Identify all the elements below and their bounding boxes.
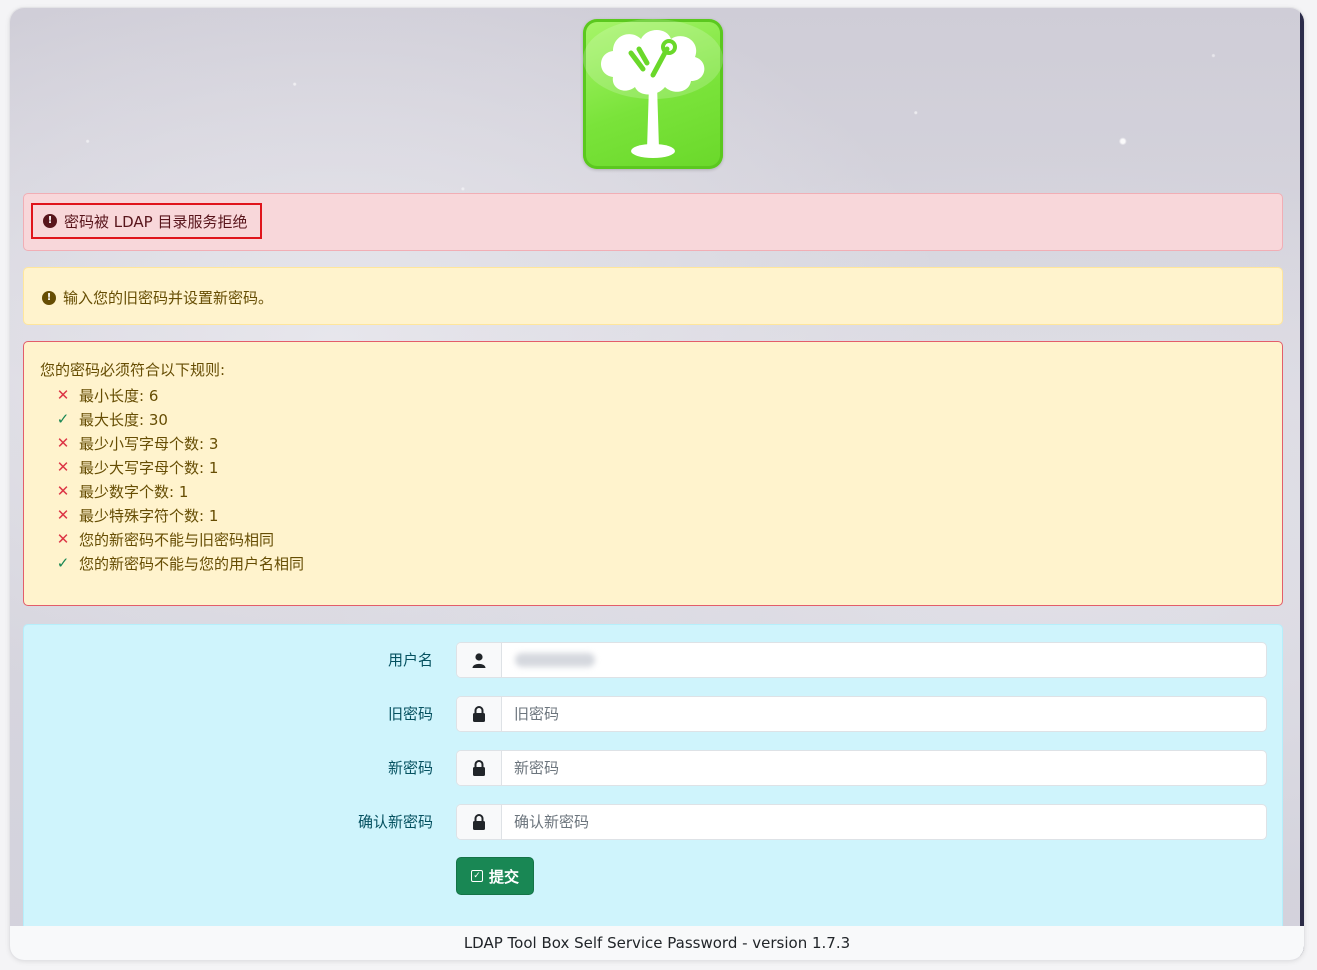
rule-text: 最少特殊字符个数: 1 [79, 506, 219, 525]
old-password-input[interactable] [502, 697, 1266, 731]
rule-item: ✕ 最少特殊字符个数: 1 [56, 503, 304, 527]
new-password-input-group [456, 750, 1267, 786]
lock-icon [457, 697, 502, 731]
username-input[interactable] [502, 643, 1266, 677]
cross-icon: ✕ [56, 482, 70, 500]
cross-icon: ✕ [56, 434, 70, 452]
error-alert: ! 密码被 LDAP 目录服务拒绝 [23, 193, 1283, 251]
new-password-row: 新密码 [24, 750, 1282, 786]
username-row: 用户名 [24, 642, 1282, 678]
username-value-redacted [515, 653, 595, 667]
confirm-password-label: 确认新密码 [357, 813, 433, 831]
rule-item: ✓ 您的新密码不能与您的用户名相同 [56, 551, 304, 575]
logo [583, 19, 723, 169]
cross-icon: ✕ [56, 386, 70, 404]
old-password-label: 旧密码 [387, 705, 433, 723]
new-password-label: 新密码 [387, 759, 433, 777]
password-rules-alert: 您的密码必须符合以下规则: ✕ 最小长度: 6 ✓ 最大长度: 30 ✕ 最少小写字母个数… [23, 341, 1283, 606]
rule-item: ✕ 最少数字个数: 1 [56, 479, 304, 503]
confirm-password-row: 确认新密码 [24, 804, 1282, 840]
rule-text: 最少数字个数: 1 [79, 482, 189, 501]
check-icon: ✓ [56, 554, 70, 572]
confirm-password-input-group [456, 804, 1267, 840]
user-icon [457, 643, 502, 677]
rule-text: 您的新密码不能与旧密码相同 [79, 530, 275, 549]
exclamation-circle-icon: ! [43, 214, 57, 228]
username-label: 用户名 [387, 651, 433, 669]
new-password-input[interactable] [502, 751, 1266, 785]
lock-icon [457, 751, 502, 785]
confirm-password-input[interactable] [502, 805, 1266, 839]
rule-item: ✕ 最小长度: 6 [56, 383, 304, 407]
password-change-form: 用户名 旧密码 新密码 确认新密码 ✓ 提交 [23, 624, 1283, 954]
browser-viewport: ! 密码被 LDAP 目录服务拒绝 ! 输入您的旧密码并设置新密码。 您的密码必… [10, 8, 1304, 960]
check-icon: ✓ [56, 410, 70, 428]
exclamation-circle-icon: ! [42, 290, 56, 305]
lock-icon [457, 805, 502, 839]
cross-icon: ✕ [56, 458, 70, 476]
footer: LDAP Tool Box Self Service Password - ve… [10, 926, 1304, 960]
info-message: 输入您的旧密码并设置新密码。 [63, 289, 274, 307]
cross-icon: ✕ [56, 506, 70, 524]
rule-text: 您的新密码不能与您的用户名相同 [79, 554, 305, 573]
rule-item: ✓ 最大长度: 30 [56, 407, 304, 431]
rule-item: ✕ 您的新密码不能与旧密码相同 [56, 527, 304, 551]
rules-list: ✕ 最小长度: 6 ✓ 最大长度: 30 ✕ 最少小写字母个数: 3 ✕ 最少大写字母个数: … [56, 383, 304, 575]
submit-button[interactable]: ✓ 提交 [456, 857, 535, 895]
rule-text: 最大长度: 30 [79, 410, 168, 429]
rules-title: 您的密码必须符合以下规则: [40, 361, 226, 379]
error-highlight: ! 密码被 LDAP 目录服务拒绝 [31, 203, 262, 239]
old-password-input-group [456, 696, 1267, 732]
rule-item: ✕ 最少大写字母个数: 1 [56, 455, 304, 479]
tree-tools-logo-icon [583, 19, 723, 158]
cross-icon: ✕ [56, 530, 70, 548]
check-square-icon: ✓ [471, 870, 483, 882]
window-edge [1300, 8, 1304, 960]
error-message: 密码被 LDAP 目录服务拒绝 [64, 212, 248, 231]
username-input-group [456, 642, 1267, 678]
rule-text: 最少大写字母个数: 1 [79, 458, 219, 477]
rule-item: ✕ 最少小写字母个数: 3 [56, 431, 304, 455]
rule-text: 最少小写字母个数: 3 [79, 434, 219, 453]
info-alert: ! 输入您的旧密码并设置新密码。 [23, 267, 1283, 325]
rule-text: 最小长度: 6 [79, 386, 159, 405]
old-password-row: 旧密码 [24, 696, 1282, 732]
submit-label: 提交 [489, 867, 520, 886]
